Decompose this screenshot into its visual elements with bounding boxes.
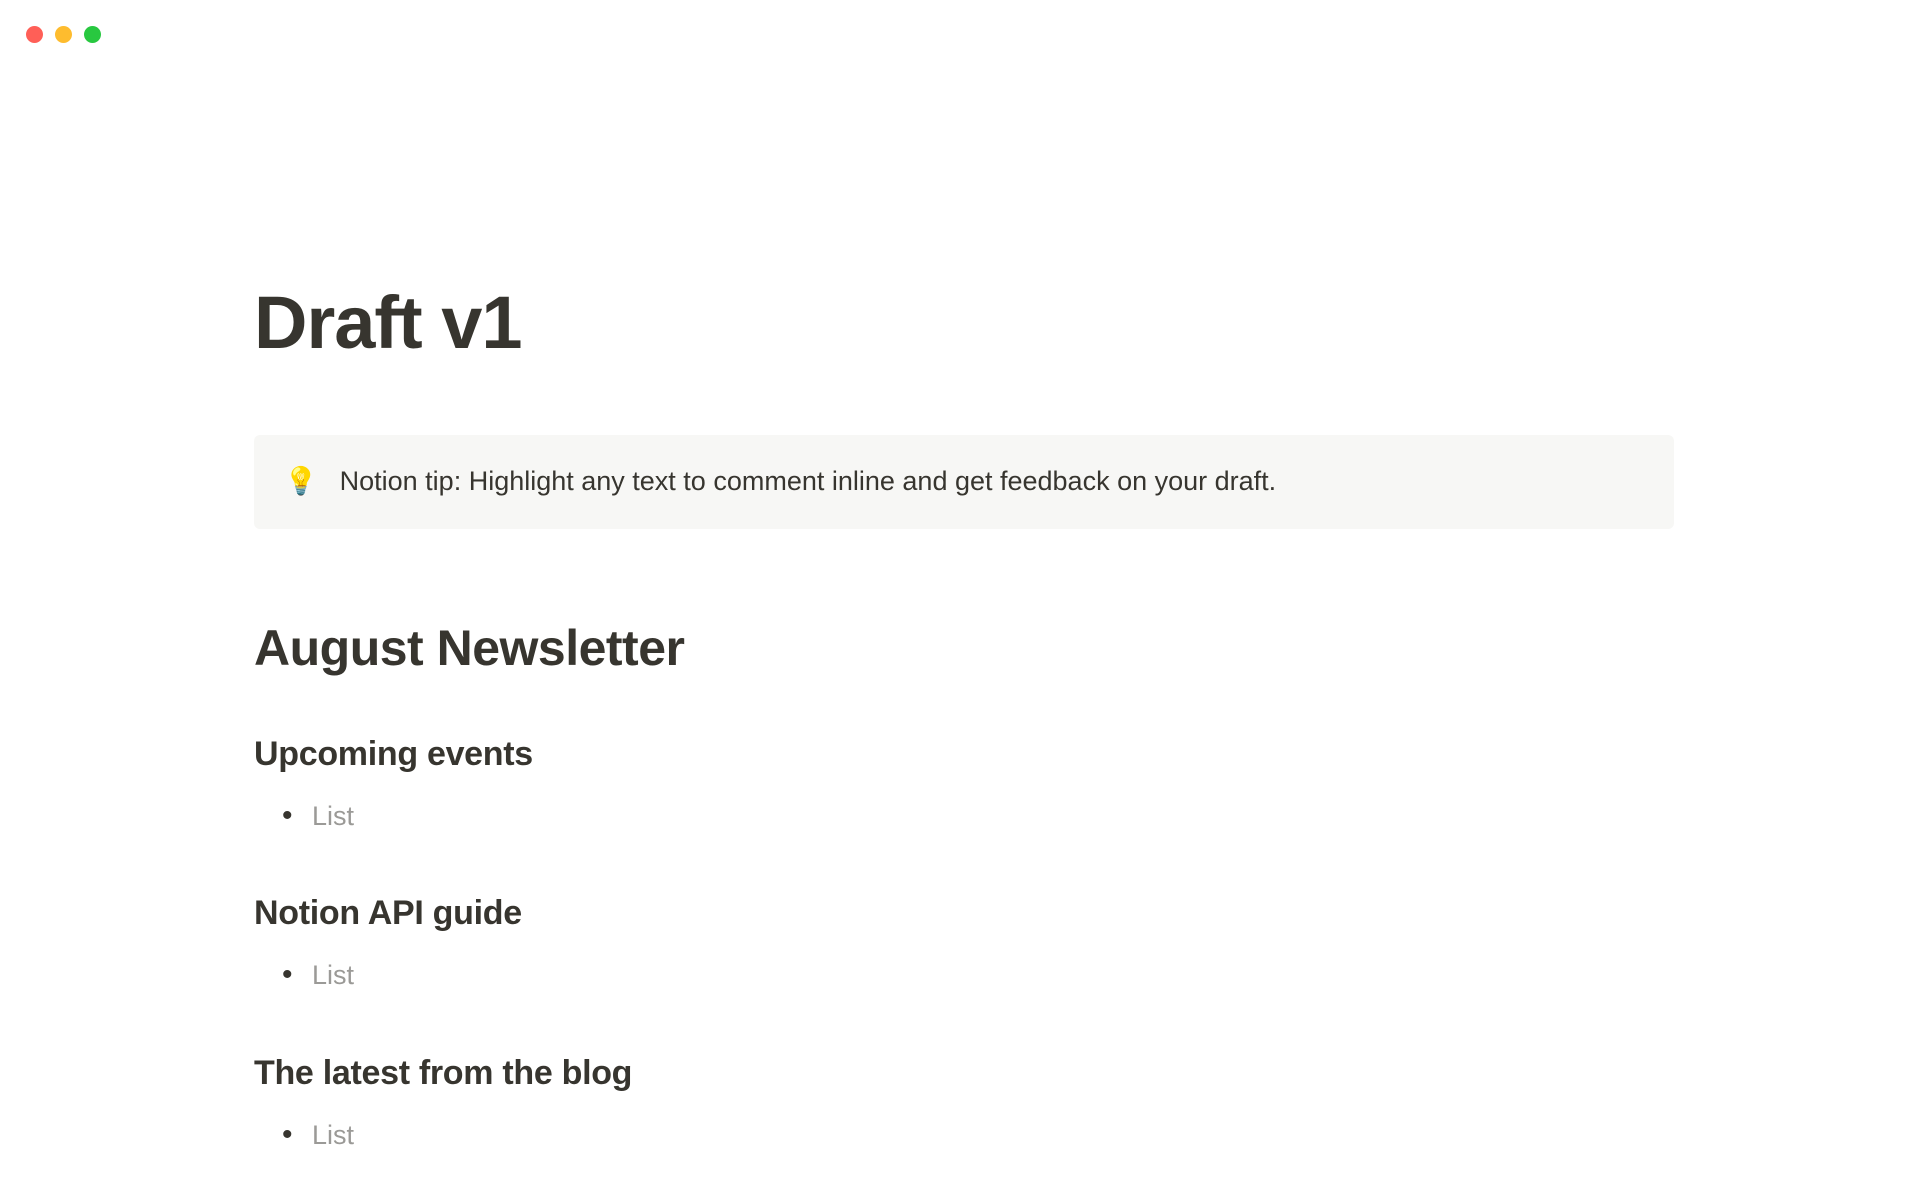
section-list: List xyxy=(274,1115,1674,1156)
tip-callout[interactable]: 💡 Notion tip: Highlight any text to comm… xyxy=(254,435,1674,529)
section-heading[interactable]: Notion API guide xyxy=(254,894,1674,933)
list-item[interactable]: List xyxy=(274,1115,1674,1156)
callout-text[interactable]: Notion tip: Highlight any text to commen… xyxy=(340,463,1277,501)
list-item[interactable]: List xyxy=(274,796,1674,837)
page-content[interactable]: Draft v1 💡 Notion tip: Highlight any tex… xyxy=(254,280,1674,1155)
heading-newsletter[interactable]: August Newsletter xyxy=(254,619,1674,677)
minimize-window-button[interactable] xyxy=(55,26,72,43)
close-window-button[interactable] xyxy=(26,26,43,43)
window-traffic-lights xyxy=(26,26,101,43)
section-heading[interactable]: Upcoming events xyxy=(254,735,1674,774)
page-title[interactable]: Draft v1 xyxy=(254,280,1674,365)
list-item[interactable]: List xyxy=(274,955,1674,996)
section-list: List xyxy=(274,796,1674,837)
section-latest-blog: The latest from the blog List xyxy=(254,1054,1674,1156)
lightbulb-icon: 💡 xyxy=(284,468,318,495)
maximize-window-button[interactable] xyxy=(84,26,101,43)
section-upcoming-events: Upcoming events List xyxy=(254,735,1674,837)
section-heading[interactable]: The latest from the blog xyxy=(254,1054,1674,1093)
section-api-guide: Notion API guide List xyxy=(254,894,1674,996)
section-list: List xyxy=(274,955,1674,996)
